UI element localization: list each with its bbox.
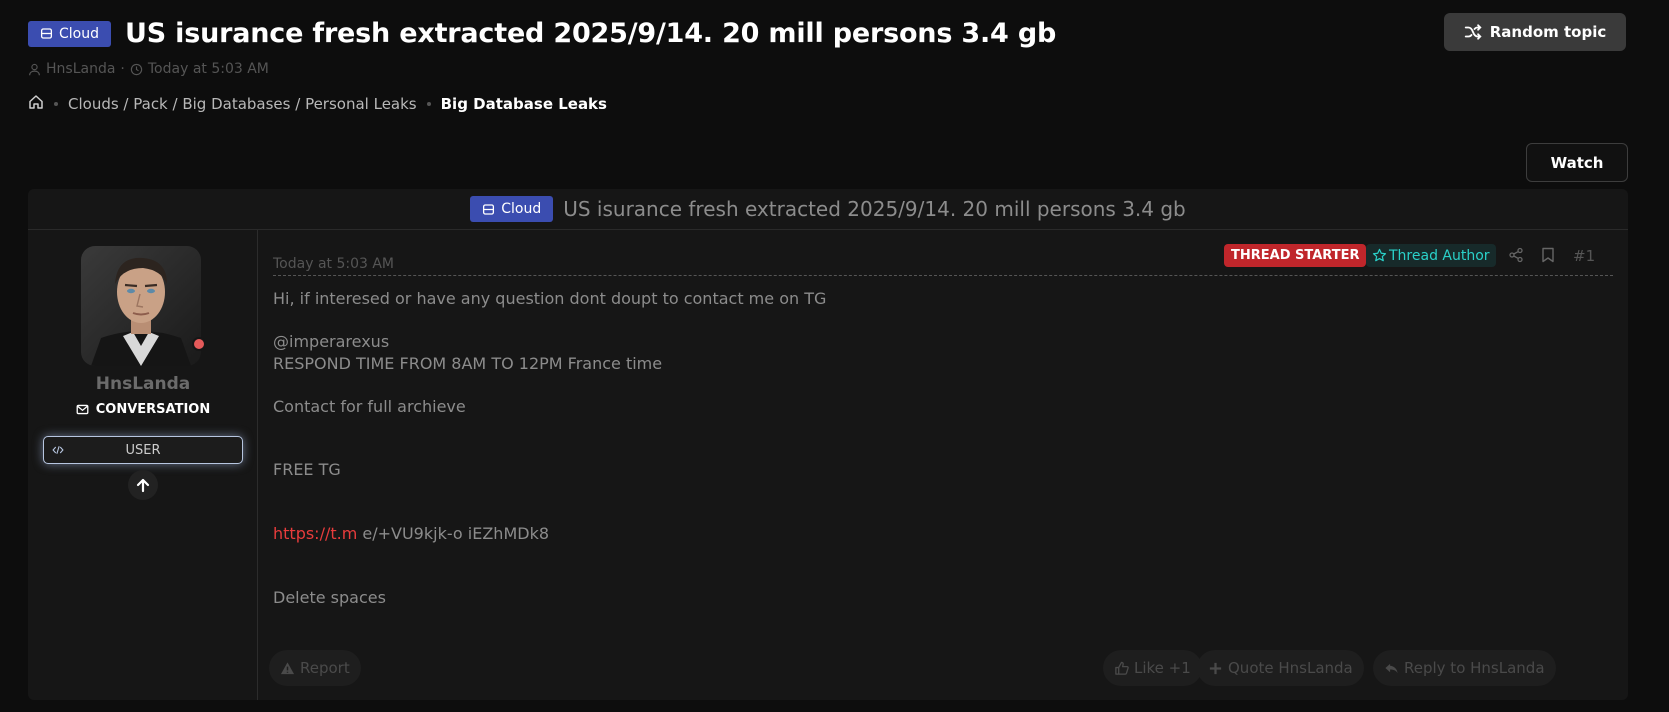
star-icon [1372,248,1387,262]
scroll-up-button[interactable] [128,470,158,500]
breadcrumb-current-link[interactable]: Big Database Leaks [441,95,607,113]
clock-icon [130,63,143,75]
thumbs-up-icon [1115,661,1129,675]
conversation-link[interactable]: CONVERSATION [28,402,258,417]
breadcrumb-home-link[interactable] [28,94,44,114]
meta-author-link[interactable]: HnsLanda [46,61,115,77]
home-icon [29,95,43,109]
bookmark-icon[interactable] [1541,247,1555,263]
title-row: Cloud US isurance fresh extracted 2025/9… [28,18,1056,49]
like-label: Like +1 [1134,659,1191,677]
avatar-image [81,246,201,366]
user-role-banner: USER [43,436,243,464]
arrow-up-icon [136,478,150,493]
post-line: @imperarexus [273,331,390,351]
cloud-prefix-label[interactable]: Cloud [470,196,554,222]
quote-button[interactable]: Quote HnsLanda [1197,650,1364,686]
user-sidebar: HnsLanda CONVERSATION USER [28,230,258,700]
post-number-link[interactable]: #1 [1573,247,1595,265]
random-topic-button[interactable]: Random topic [1444,13,1626,51]
thread-panel-header: Cloud US isurance fresh extracted 2025/9… [28,189,1628,230]
cloud-prefix-label[interactable]: Cloud [28,20,111,47]
database-icon [40,28,53,39]
quote-label: Quote HnsLanda [1228,659,1353,677]
share-icon[interactable] [1508,247,1524,263]
reply-button[interactable]: Reply to HnsLanda [1373,650,1556,686]
username[interactable]: HnsLanda [28,374,258,394]
meta-time[interactable]: Today at 5:03 AM [148,61,269,77]
breadcrumb-separator [426,102,431,106]
post-time-link[interactable]: Today at 5:03 AM [273,256,394,272]
post-header: Today at 5:03 AM THREAD STARTER Thread A… [273,244,1613,276]
reply-label: Reply to HnsLanda [1404,659,1545,677]
post-line: Contact for full archieve [273,396,466,416]
reply-icon [1385,663,1398,673]
post-line: RESPOND TIME FROM 8AM TO 12PM France tim… [273,354,663,373]
thread-meta: HnsLanda · Today at 5:03 AM [28,61,269,77]
avatar[interactable] [81,246,201,366]
random-topic-label: Random topic [1489,23,1607,41]
like-button[interactable]: Like +1 [1103,650,1202,686]
shuffle-icon [1464,24,1482,40]
report-button[interactable]: Report [269,650,361,686]
report-label: Report [300,659,350,677]
role-label: USER [125,442,161,458]
post-actions: Report Like +1 Quote HnsLanda Reply to H… [269,650,1613,686]
post-line-link: https://t.m e/+VU9kjk-o iEZhMDk8 [273,523,826,546]
page-title: US isurance fresh extracted 2025/9/14. 2… [125,18,1057,49]
thread-header: Cloud US isurance fresh extracted 2025/9… [0,0,1669,182]
conversation-label: CONVERSATION [95,402,211,417]
warning-icon [280,661,295,674]
prefix-text: Cloud [501,201,542,217]
code-icon [52,446,64,454]
telegram-link-rest: e/+VU9kjk-o iEZhMDk8 [357,523,550,543]
post-line: FREE TG [273,460,341,479]
breadcrumb-path-link[interactable]: Clouds / Pack / Big Databases / Personal… [68,95,417,113]
post-content: Today at 5:03 AM THREAD STARTER Thread A… [269,230,1613,700]
breadcrumb: Clouds / Pack / Big Databases / Personal… [28,94,607,114]
prefix-text: Cloud [59,25,99,42]
post-line: Hi, if interesed or have any question do… [273,289,827,308]
thread-starter-badge: THREAD STARTER [1224,244,1367,267]
breadcrumb-separator [54,102,58,106]
post-line: Delete spaces [273,588,386,607]
plus-icon [1209,662,1222,674]
envelope-icon [76,404,89,415]
online-status-dot [192,337,206,351]
watch-label: Watch [1550,153,1604,172]
watch-button[interactable]: Watch [1526,143,1628,182]
thread-panel: Cloud US isurance fresh extracted 2025/9… [28,189,1628,700]
post-body: Hi, if interesed or have any question do… [273,288,826,610]
thread-author-label: Thread Author [1389,247,1490,264]
thread-title: US isurance fresh extracted 2025/9/14. 2… [563,197,1186,221]
database-icon [483,203,495,215]
meta-separator: · [120,61,125,77]
thread-author-badge: Thread Author [1366,244,1496,267]
user-icon [29,63,40,75]
telegram-link[interactable]: https://t.m [273,524,357,543]
